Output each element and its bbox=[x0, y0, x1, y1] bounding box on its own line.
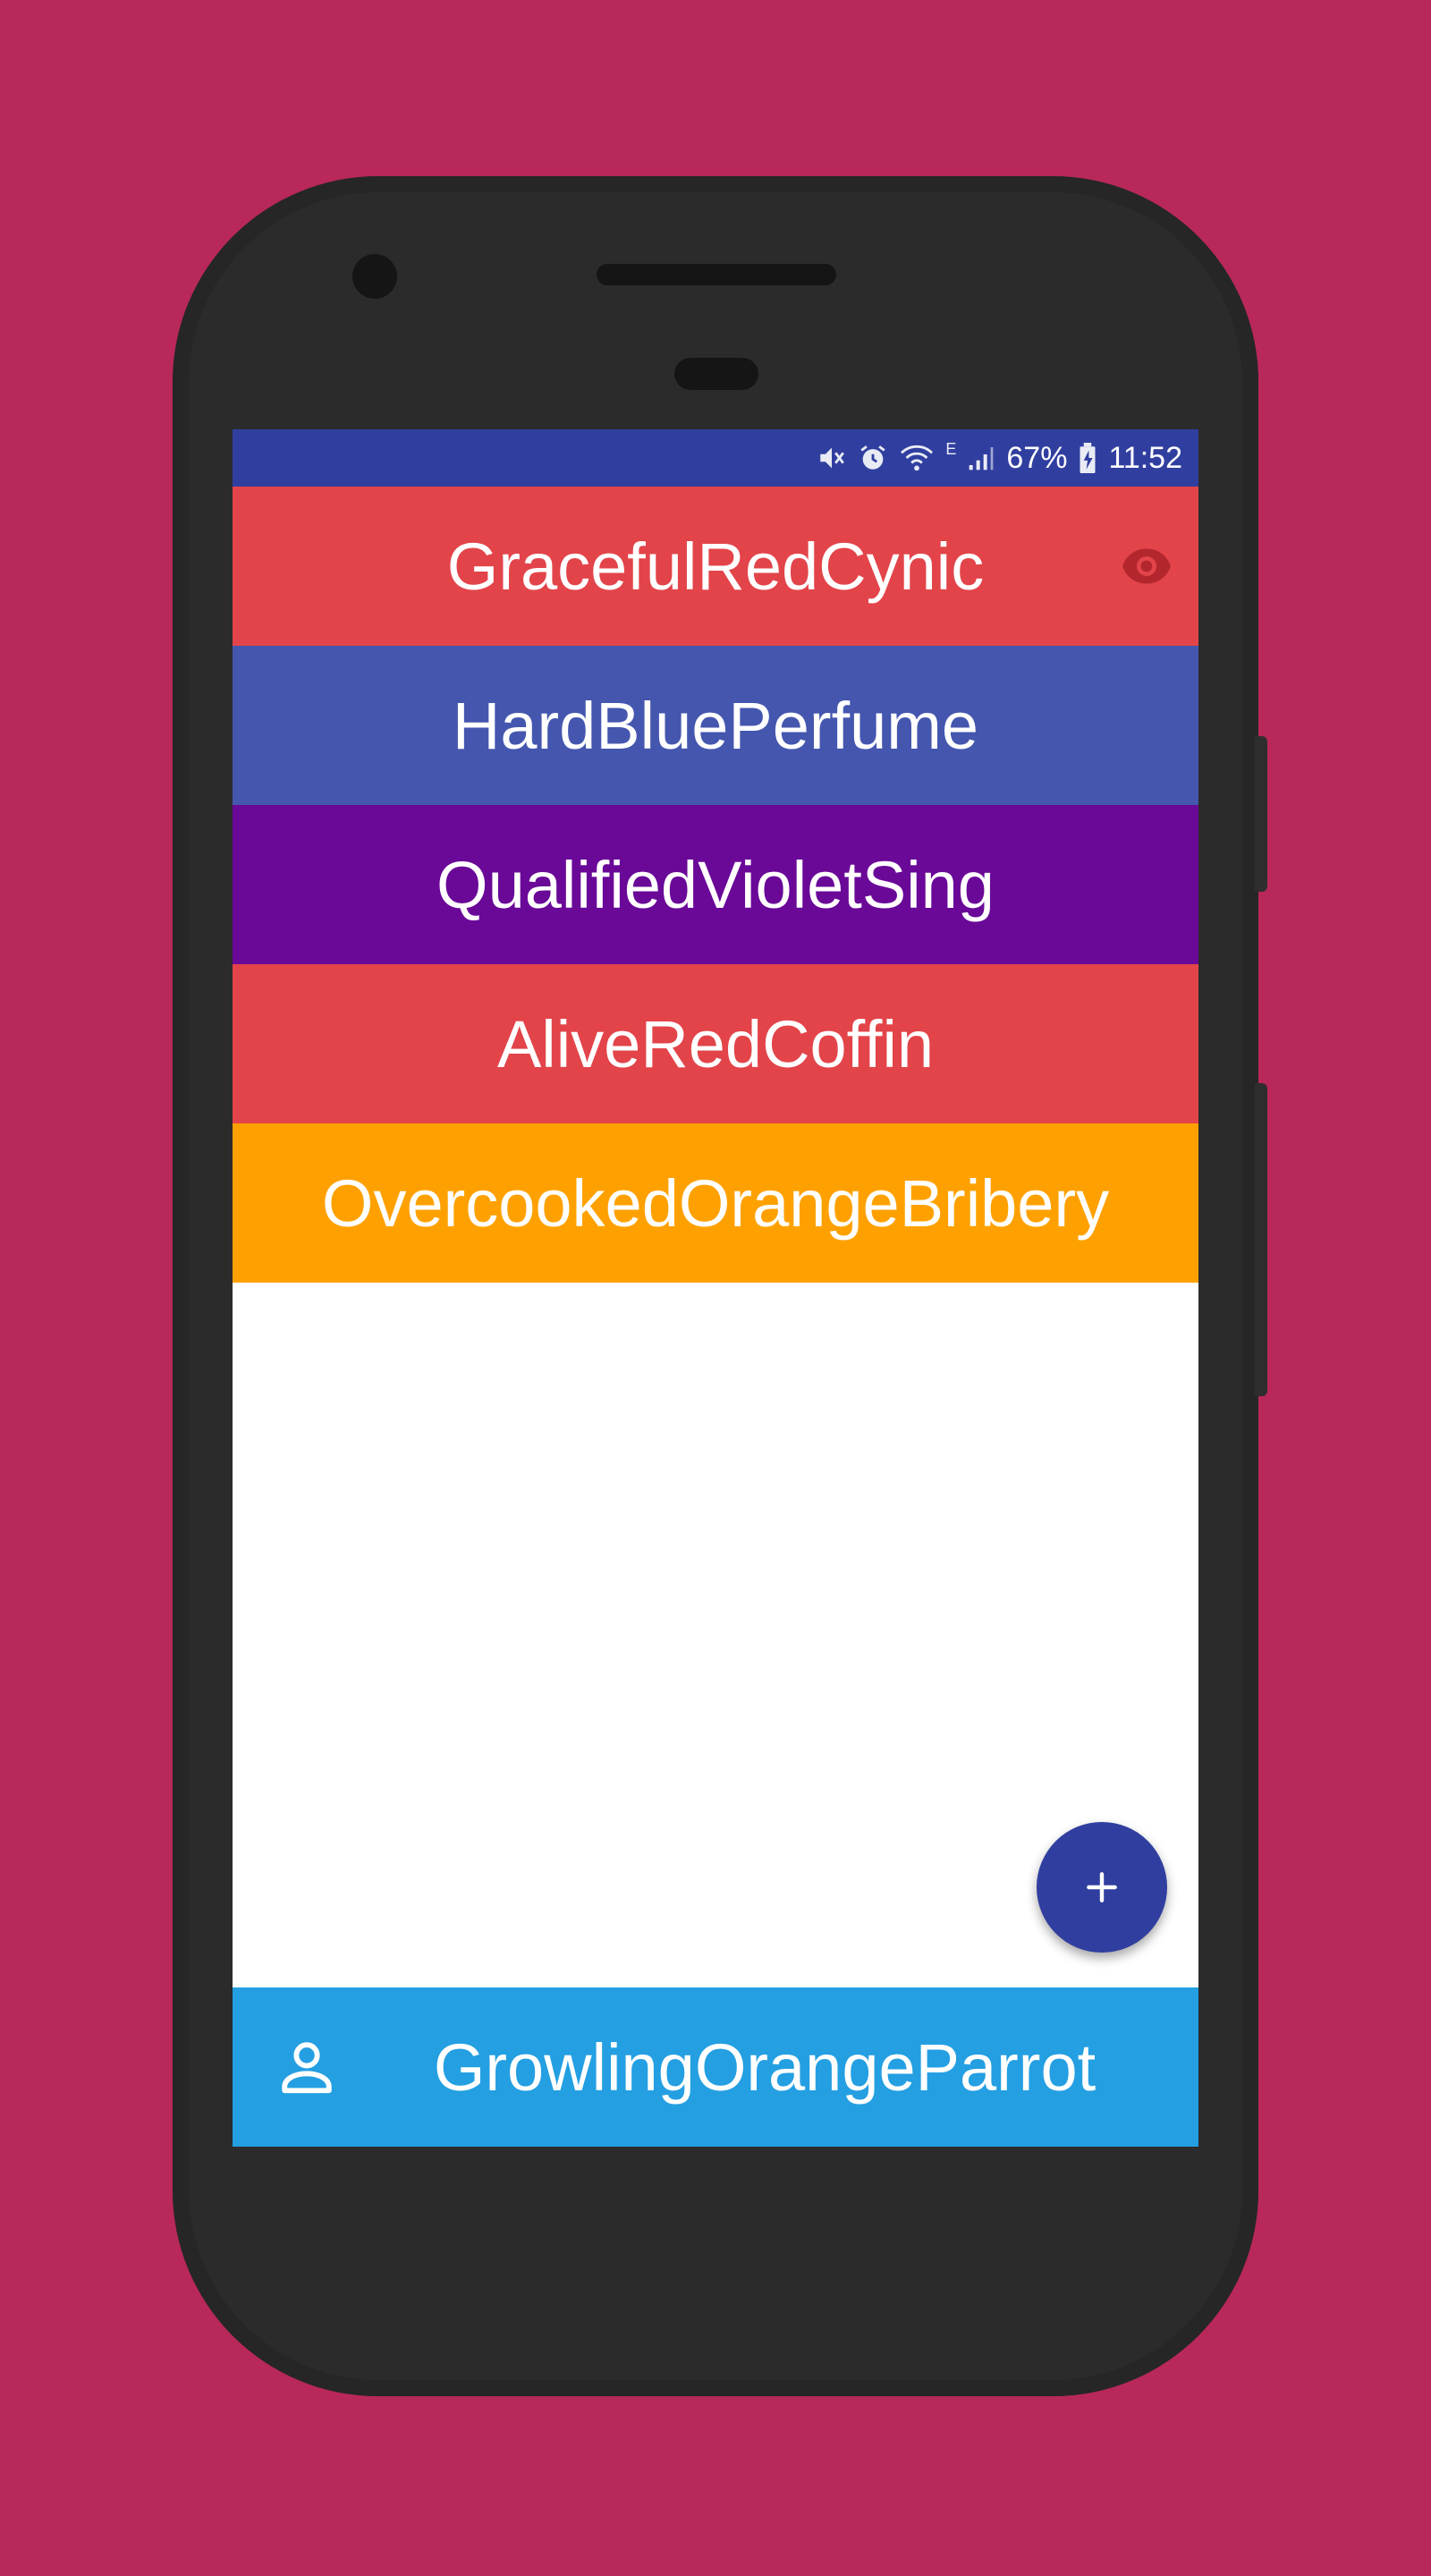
plus-icon bbox=[1087, 1872, 1117, 1902]
side-button bbox=[1255, 736, 1267, 892]
current-user-name: GrowlingOrangeParrot bbox=[433, 2029, 1097, 2105]
proximity-sensor bbox=[674, 358, 758, 390]
wifi-icon bbox=[899, 443, 935, 473]
network-type-label: E bbox=[945, 440, 957, 458]
current-user-bar[interactable]: GrowlingOrangeParrot bbox=[233, 1987, 1198, 2147]
list-item[interactable]: OvercookedOrangeBribery bbox=[233, 1123, 1198, 1283]
front-camera bbox=[352, 254, 397, 299]
list-item[interactable]: AliveRedCoffin bbox=[233, 964, 1198, 1123]
item-list: GracefulRedCynic HardBluePerfume Qualifi… bbox=[233, 487, 1198, 1283]
battery-charging-icon bbox=[1078, 443, 1097, 473]
list-item-label: OvercookedOrangeBribery bbox=[321, 1165, 1110, 1241]
list-item-label: AliveRedCoffin bbox=[496, 1006, 935, 1081]
mute-icon bbox=[817, 443, 847, 473]
eye-icon[interactable] bbox=[1120, 539, 1173, 593]
earpiece-speaker bbox=[597, 264, 836, 285]
side-button bbox=[1255, 1083, 1267, 1396]
list-item-label: GracefulRedCynic bbox=[446, 529, 985, 604]
clock: 11:52 bbox=[1108, 440, 1182, 475]
status-bar: E 67% 11:52 bbox=[233, 429, 1198, 487]
list-item[interactable]: QualifiedVioletSing bbox=[233, 805, 1198, 964]
add-button[interactable] bbox=[1037, 1822, 1167, 1953]
app-screen: E 67% 11:52 GracefulRedCynic HardBluePer… bbox=[233, 429, 1198, 2147]
alarm-icon bbox=[858, 443, 888, 473]
list-item[interactable]: HardBluePerfume bbox=[233, 646, 1198, 805]
list-item-label: HardBluePerfume bbox=[452, 688, 979, 763]
list-item[interactable]: GracefulRedCynic bbox=[233, 487, 1198, 646]
signal-icon bbox=[967, 444, 995, 472]
battery-percent: 67% bbox=[1006, 440, 1068, 475]
list-item-label: QualifiedVioletSing bbox=[436, 847, 995, 922]
